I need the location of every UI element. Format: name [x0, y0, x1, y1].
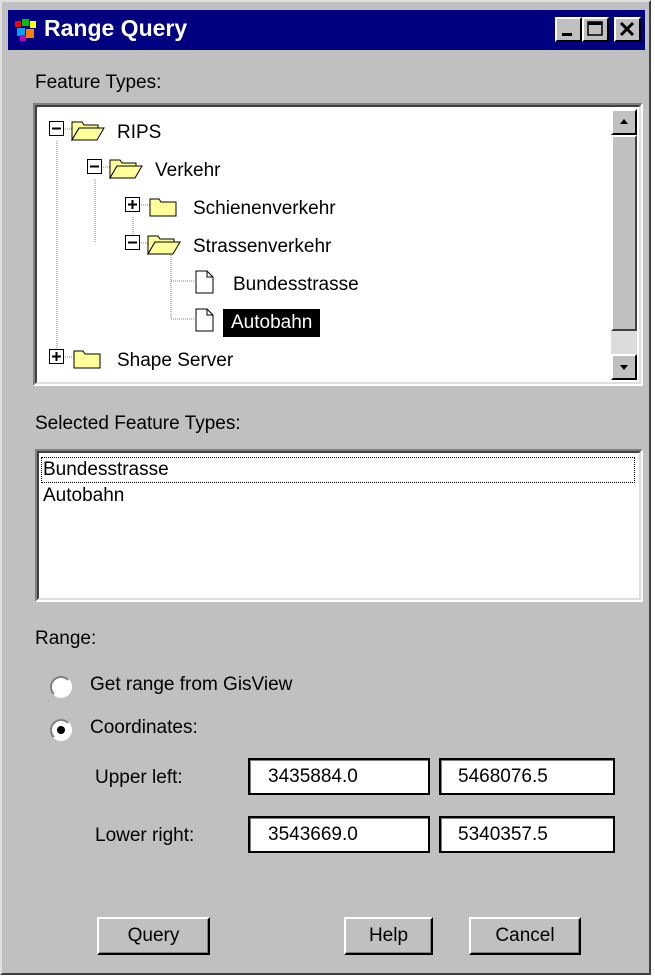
range-query-window: Range Query Feature Types: RIPS Verkehr …	[0, 0, 651, 975]
cancel-button[interactable]: Cancel	[469, 917, 581, 955]
window-title: Range Query	[44, 15, 188, 41]
document-icon	[195, 270, 215, 294]
upper-left-x-field[interactable]	[248, 758, 430, 795]
feature-types-tree[interactable]: RIPS Verkehr Schienenverkehr Strassenver…	[33, 103, 643, 386]
upper-left-y-field[interactable]	[439, 758, 615, 795]
lower-right-x-input[interactable]	[250, 818, 428, 851]
app-icon	[14, 18, 40, 42]
tree-node-label: Schienenverkehr	[193, 198, 336, 219]
lower-right-label: Lower right:	[95, 825, 195, 846]
lower-right-y-field[interactable]	[439, 816, 615, 853]
arrow-down-icon	[613, 356, 635, 378]
tree-expander-plus-icon[interactable]	[49, 349, 65, 365]
tree-node-label: Strassenverkehr	[193, 236, 332, 257]
scroll-down-button[interactable]	[611, 354, 637, 380]
folder-open-icon	[109, 157, 143, 179]
folder-closed-icon	[149, 195, 179, 217]
radio-label-gisview: Get range from GisView	[90, 674, 293, 695]
lower-right-x-field[interactable]	[248, 816, 430, 853]
query-button[interactable]: Query	[97, 917, 210, 955]
tree-scrollbar[interactable]	[611, 109, 637, 380]
radio-coordinates[interactable]	[50, 719, 72, 741]
minimize-icon	[557, 19, 580, 40]
help-button[interactable]: Help	[344, 917, 433, 955]
tree-expander-minus-icon[interactable]	[125, 235, 141, 251]
minimize-button[interactable]	[555, 17, 582, 42]
tree-node-label: Verkehr	[155, 160, 221, 181]
tree-node-label-selected: Autobahn	[223, 309, 321, 337]
scroll-up-button[interactable]	[611, 109, 637, 135]
tree-node-label: Shape Server	[117, 350, 234, 371]
selected-feature-types-label: Selected Feature Types:	[35, 413, 241, 434]
tree-expander-minus-icon[interactable]	[49, 121, 65, 137]
list-item[interactable]: Autobahn	[41, 483, 635, 509]
maximize-icon	[584, 19, 607, 40]
document-icon	[195, 308, 215, 332]
folder-open-icon	[147, 233, 181, 255]
maximize-button[interactable]	[582, 17, 609, 42]
arrow-up-icon	[613, 111, 635, 133]
list-item[interactable]: Bundesstrasse	[41, 457, 635, 483]
lower-right-y-input[interactable]	[441, 818, 613, 851]
title-bar[interactable]: Range Query	[8, 10, 645, 50]
close-button[interactable]	[614, 17, 641, 42]
tree-expander-plus-icon[interactable]	[125, 197, 141, 213]
folder-open-icon	[71, 119, 105, 141]
range-label: Range:	[35, 628, 97, 649]
tree-node-label: Bundesstrasse	[233, 274, 359, 295]
radio-selected-dot	[57, 726, 65, 734]
upper-left-y-input[interactable]	[441, 760, 613, 793]
tree-node-label: RIPS	[117, 122, 162, 143]
selected-feature-types-list[interactable]: Bundesstrasse Autobahn	[35, 449, 643, 602]
tree-expander-minus-icon[interactable]	[87, 159, 103, 175]
radio-get-range-gisview[interactable]	[50, 676, 72, 698]
scroll-thumb[interactable]	[611, 135, 637, 331]
feature-types-label: Feature Types:	[35, 72, 162, 93]
folder-closed-icon	[73, 347, 103, 369]
close-icon	[616, 19, 639, 40]
upper-left-x-input[interactable]	[250, 760, 428, 793]
upper-left-label: Upper left:	[95, 767, 183, 788]
radio-label-coordinates: Coordinates:	[90, 717, 198, 738]
